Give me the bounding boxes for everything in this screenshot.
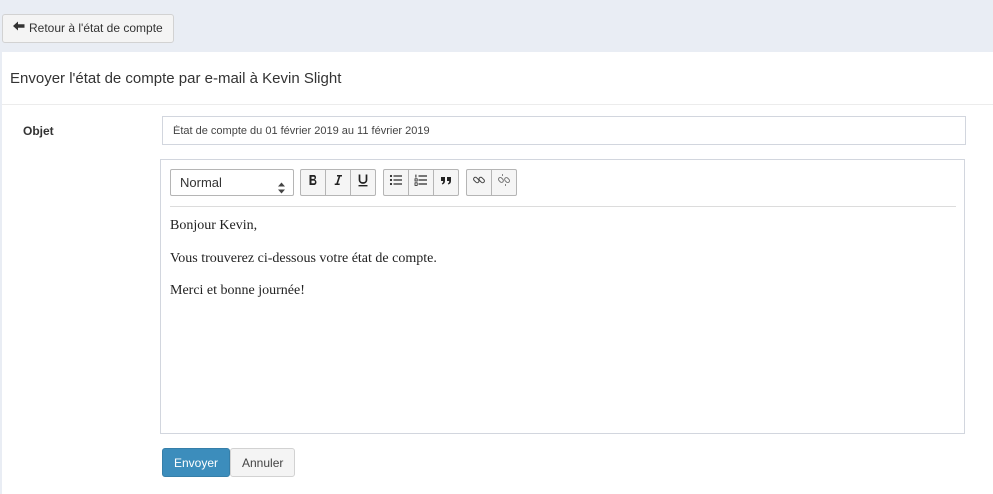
cancel-button[interactable]: Annuler [230, 448, 296, 477]
italic-button[interactable] [325, 169, 351, 196]
underline-icon [356, 173, 370, 192]
bulleted-list-icon [389, 173, 403, 192]
top-bar: Retour à l'état de compte [0, 0, 993, 52]
editor-content[interactable]: Bonjour Kevin, Vous trouverez ci-dessous… [170, 217, 956, 315]
italic-icon [331, 173, 345, 192]
list-group [383, 169, 459, 196]
unlink-button[interactable] [491, 169, 517, 196]
editor-toolbar: Normal [170, 169, 956, 207]
email-panel: Envoyer l'état de compte par e-mail à Ke… [2, 52, 993, 494]
rich-text-editor: Normal Bonjour Kevin, Vous trouverez ci-… [160, 159, 965, 434]
bold-icon [306, 173, 320, 192]
blockquote-icon [439, 173, 453, 192]
link-icon [472, 173, 486, 192]
link-group [466, 169, 517, 196]
editor-line: Vous trouverez ci-dessous votre état de … [170, 250, 437, 266]
numbered-list-button[interactable] [408, 169, 434, 196]
back-button-label: Retour à l'état de compte [29, 21, 163, 35]
panel-title: Envoyer l'état de compte par e-mail à Ke… [2, 52, 993, 105]
link-button[interactable] [466, 169, 492, 196]
blockquote-button[interactable] [433, 169, 459, 196]
select-arrows-icon [278, 177, 285, 194]
send-button[interactable]: Envoyer [162, 448, 231, 477]
numbered-list-icon [414, 173, 428, 192]
bold-button[interactable] [300, 169, 326, 196]
editor-line: Bonjour Kevin, [170, 218, 258, 233]
editor-line: Merci et bonne journée! [170, 283, 305, 298]
arrow-left-icon [13, 15, 25, 42]
format-select-value: Normal [180, 175, 222, 190]
bulleted-list-button[interactable] [383, 169, 409, 196]
subject-input[interactable] [162, 116, 966, 145]
format-select[interactable]: Normal [170, 169, 294, 196]
text-style-group [300, 169, 376, 196]
underline-button[interactable] [350, 169, 376, 196]
unlink-icon [497, 173, 511, 192]
subject-label: Objet [23, 124, 54, 138]
back-to-statement-button[interactable]: Retour à l'état de compte [2, 14, 174, 43]
